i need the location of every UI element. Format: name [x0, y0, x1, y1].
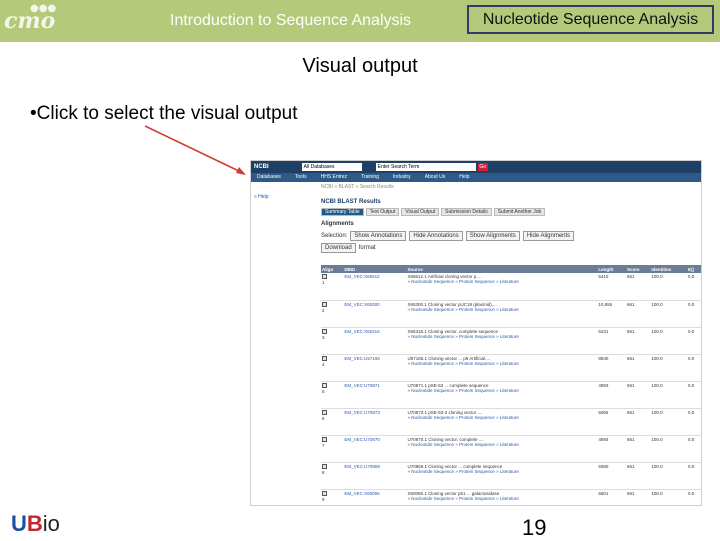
ubio-logo-u: U	[11, 511, 27, 536]
pointer-arrow	[144, 125, 246, 175]
arrow-head-icon	[236, 167, 246, 175]
ubio-logo-io: io	[42, 511, 60, 536]
ubio-logo-b: B	[26, 511, 43, 536]
arrow-line	[144, 125, 244, 174]
page-number: 19	[522, 515, 547, 540]
ubio-logo: UBio	[11, 511, 60, 537]
